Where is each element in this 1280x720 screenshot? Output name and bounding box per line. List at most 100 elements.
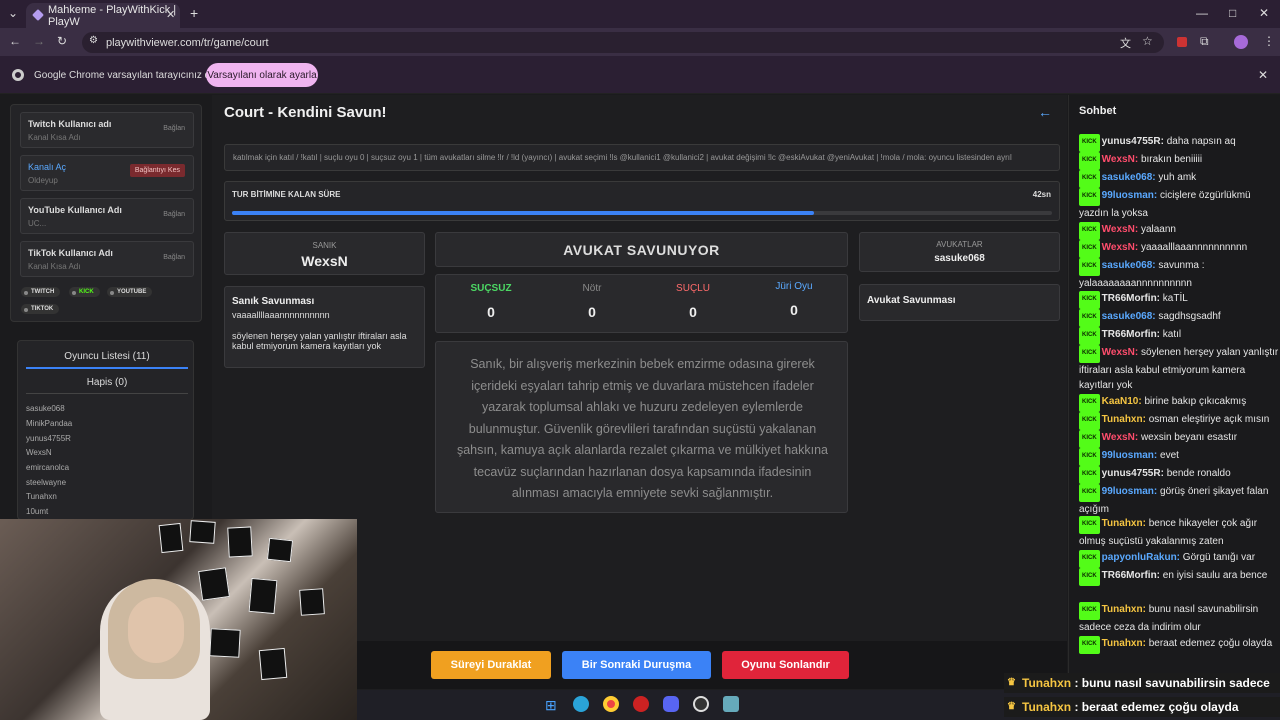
app2-icon[interactable]: [723, 696, 739, 712]
chat-text: birine bakıp çıkıcakmış: [1144, 396, 1247, 407]
chat-username[interactable]: TR66Morfin:: [1102, 570, 1160, 581]
reload-icon[interactable]: ↻: [57, 34, 67, 48]
bookmark-star-icon[interactable]: ☆: [1142, 34, 1153, 48]
kick-account-card[interactable]: Kanalı Aç Oldeyup Bağlantıyı Kes: [20, 155, 194, 191]
extension-icon[interactable]: [1177, 37, 1187, 47]
timer-fill: [232, 211, 815, 215]
set-default-button[interactable]: Varsayılanı olarak ayarla: [206, 63, 318, 87]
kick-badge: KICK: [1079, 568, 1100, 586]
chat-username[interactable]: yunus4755R:: [1102, 136, 1164, 147]
more-menu-icon[interactable]: ⋮: [1263, 34, 1275, 48]
youtube-title: YouTube Kullanıcı Adı: [28, 205, 122, 215]
site-info-icon[interactable]: ⚙: [89, 35, 98, 46]
pause-timer-button[interactable]: Süreyi Duraklat: [431, 651, 551, 679]
tab-player-list[interactable]: Oyuncu Listesi (11): [26, 351, 188, 369]
lawyers-card: AVUKATLAR sasuke068: [859, 232, 1060, 272]
twitch-sub: Kanal Kısa Adı: [28, 133, 81, 142]
chat-message: KICK WexsN: bırakın beniiiii: [1079, 152, 1279, 170]
back-icon[interactable]: ←: [9, 34, 21, 48]
chat-message: KICK 99luosman: cicişlere özgürlükmü yazd…: [1079, 188, 1279, 221]
close-tab-icon[interactable]: ✕: [166, 8, 175, 21]
chat-message: KICK TR66Morfin: katıl: [1079, 327, 1279, 345]
minimize-icon[interactable]: —: [1196, 6, 1208, 20]
chat-username[interactable]: WexsN:: [1102, 224, 1139, 235]
chat-message: KICK Tunahxn: bence hikayeler çok ağır ol…: [1079, 516, 1279, 549]
next-hearing-button[interactable]: Bir Sonraki Duruşma: [562, 651, 711, 679]
chat-username[interactable]: 99luosman:: [1102, 450, 1158, 461]
chat-text: Görgü tanığı var: [1182, 552, 1256, 563]
edge-icon[interactable]: [573, 696, 589, 712]
overlay-user: Tunahxn: [1022, 700, 1072, 714]
chat-message: KICK WexsN: söylenen herşey yalan yanlışt…: [1079, 345, 1279, 394]
youtube-connect-button[interactable]: Bağlan: [163, 211, 185, 218]
chat-username[interactable]: sasuke068:: [1102, 260, 1156, 271]
close-window-icon[interactable]: ✕: [1259, 6, 1269, 20]
lawyer-defense-title: Avukat Savunması: [867, 295, 956, 306]
kick-badge: KICK: [1079, 602, 1100, 620]
chat-username[interactable]: Tunahxn:: [1102, 638, 1146, 649]
chat-username[interactable]: WexsN:: [1102, 154, 1139, 165]
vote-innocent-count: 0: [487, 304, 495, 320]
chat-username[interactable]: papyonluRakun:: [1102, 552, 1180, 563]
chat-text: evet: [1160, 450, 1179, 461]
chat-message: KICK TR66Morfin: kaTİL: [1079, 291, 1279, 309]
chat-username[interactable]: TR66Morfin:: [1102, 293, 1160, 304]
end-game-button[interactable]: Oyunu Sonlandır: [722, 651, 849, 679]
address-bar[interactable]: ⚙ playwithviewer.com/tr/game/court: [82, 32, 1164, 53]
youtube-account-card[interactable]: YouTube Kullanıcı Adı UC... Bağlan: [20, 198, 194, 234]
twitch-account-card[interactable]: Twitch Kullanıcı adı Kanal Kısa Adı Bağl…: [20, 112, 194, 148]
chat-username[interactable]: KaaN10:: [1102, 396, 1142, 407]
tab-jail[interactable]: Hapis (0): [26, 377, 188, 394]
chat-username[interactable]: yunus4755R:: [1102, 468, 1164, 479]
app-icon[interactable]: [633, 696, 649, 712]
chat-username[interactable]: sasuke068:: [1102, 311, 1156, 322]
chrome-icon[interactable]: [603, 696, 619, 712]
forward-icon[interactable]: →: [33, 34, 45, 48]
chat-text: wexsin beyanı esastır: [1140, 432, 1238, 443]
browser-tab[interactable]: Mahkeme - PlayWithKick | PlayW ✕: [26, 3, 180, 28]
maximize-icon[interactable]: □: [1229, 6, 1236, 20]
crown-icon: ♛: [1007, 677, 1016, 688]
tiktok-connect-button[interactable]: Bağlan: [163, 254, 185, 261]
youtube-sub: UC...: [28, 219, 47, 228]
kick-badge: KICK: [1079, 240, 1100, 258]
chat-username[interactable]: Tunahxn:: [1102, 604, 1146, 615]
platform-chip-youtube[interactable]: YOUTUBE: [107, 287, 153, 297]
chat-username[interactable]: Tunahxn:: [1102, 518, 1146, 529]
profile-avatar[interactable]: [1234, 35, 1248, 49]
chat-username[interactable]: sasuke068:: [1102, 172, 1156, 183]
kick-badge: KICK: [1079, 258, 1100, 276]
twitch-connect-button[interactable]: Bağlan: [163, 125, 185, 132]
extensions-puzzle-icon[interactable]: ⧉: [1200, 34, 1209, 49]
platform-chip-tiktok[interactable]: TIKTOK: [21, 304, 60, 314]
start-icon[interactable]: ⊞: [545, 697, 557, 714]
chat-username[interactable]: WexsN:: [1102, 347, 1139, 358]
kick-badge: KICK: [1079, 222, 1100, 240]
platform-chip-kick[interactable]: KICK: [69, 287, 100, 297]
chat-username[interactable]: WexsN:: [1102, 432, 1139, 443]
discord-icon[interactable]: [663, 696, 679, 712]
translate-icon[interactable]: 文: [1120, 35, 1131, 51]
commands-help: katılmak için katıl / !katıl | suçlu oyu…: [224, 144, 1060, 171]
kick-disconnect-button[interactable]: Bağlantıyı Kes: [129, 164, 185, 177]
chat-username[interactable]: TR66Morfin:: [1102, 329, 1160, 340]
new-tab-icon[interactable]: +: [190, 5, 198, 21]
tiktok-account-card[interactable]: TikTok Kullanıcı Adı Kanal Kısa Adı Bağl…: [20, 241, 194, 277]
chat-message: KICK sasuke068: yuh amk: [1079, 170, 1279, 188]
tab-search-icon[interactable]: ⌄: [8, 6, 18, 20]
back-arrow-icon[interactable]: ←: [1038, 104, 1052, 120]
infobar-close-icon[interactable]: ✕: [1258, 68, 1268, 82]
vote-neutral-count: 0: [588, 304, 596, 320]
chat-username[interactable]: WexsN:: [1102, 242, 1139, 253]
round-timer: TUR BİTİMİNE KALAN SÜRE 42sn: [224, 181, 1060, 221]
chat-text: osman eleştiriye açık mısın: [1148, 414, 1270, 425]
platform-chip-twitch[interactable]: TWITCH: [21, 287, 61, 297]
chat-username[interactable]: 99luosman:: [1102, 486, 1158, 497]
kick-badge: KICK: [1079, 291, 1100, 309]
chat-username[interactable]: Tunahxn:: [1102, 414, 1146, 425]
kick-badge: KICK: [1079, 466, 1100, 484]
chat-username[interactable]: 99luosman:: [1102, 190, 1158, 201]
obs-icon[interactable]: [693, 696, 709, 712]
case-text: Sanık, bir alışveriş merkezinin bebek em…: [456, 357, 828, 500]
overlay-user: Tunahxn: [1022, 676, 1072, 690]
